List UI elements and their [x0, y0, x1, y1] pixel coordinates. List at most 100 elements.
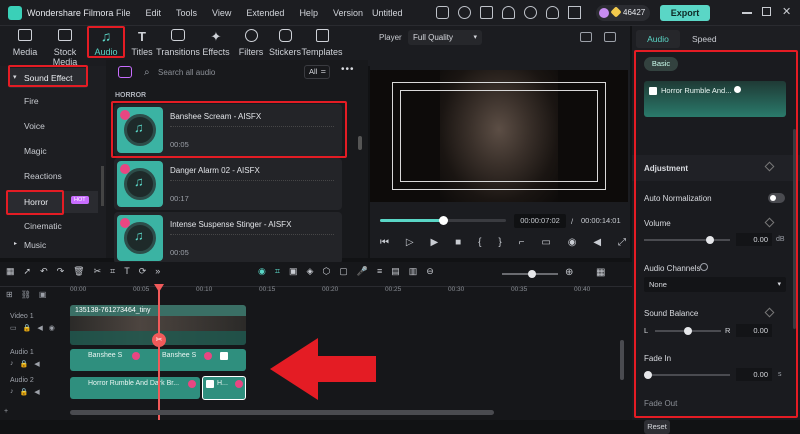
playback-handle[interactable] [439, 216, 448, 225]
menu-file[interactable]: File [116, 8, 131, 18]
snap-icon[interactable]: ◉ [258, 266, 266, 277]
menu-edit[interactable]: Edit [146, 8, 162, 18]
fullscreen-icon[interactable]: ⤢ [618, 237, 626, 251]
close-icon[interactable]: ✕ [782, 5, 791, 18]
export-button[interactable]: Export [660, 5, 710, 21]
zoom-slider[interactable] [502, 270, 558, 278]
notification-icon[interactable] [546, 6, 559, 19]
points-badge[interactable]: 46427 [596, 5, 650, 21]
more-options-icon[interactable]: ••• [341, 64, 355, 75]
monitor-icon[interactable] [480, 6, 493, 19]
add-icon[interactable]: + [4, 408, 8, 415]
grid-icon[interactable] [568, 6, 581, 19]
minimize-icon[interactable] [742, 12, 752, 14]
zoom-in-icon[interactable]: ⊕ [565, 267, 573, 278]
playhead[interactable] [158, 286, 160, 420]
grid-view-icon[interactable] [580, 32, 592, 42]
gift-icon[interactable] [436, 6, 449, 19]
tab-templates[interactable]: Templates [300, 29, 344, 57]
layout-icon[interactable] [458, 6, 471, 19]
audio-item[interactable]: ♫ Intense Suspense Stinger - AISFX 00:05 [114, 212, 342, 264]
render-preview-icon[interactable]: ⌐ [519, 237, 525, 251]
play-backward-icon[interactable]: ▷ [406, 237, 414, 251]
redo-icon[interactable]: ↷ [57, 266, 65, 277]
audio2-clip[interactable]: Horror Rumble And Dark Br... [70, 377, 200, 399]
sidebar-scrollbar[interactable] [101, 166, 104, 206]
snapshot-image-icon[interactable] [604, 32, 616, 42]
audio-track-icon[interactable]: ♪ [10, 388, 14, 396]
cloud-upload-icon[interactable] [502, 6, 515, 19]
mute-icon[interactable]: ◀ [34, 360, 39, 368]
playback-slider[interactable] [380, 216, 506, 225]
menu-tools[interactable]: Tools [176, 8, 197, 18]
tab-media[interactable]: Media [3, 29, 47, 57]
sidebar-item-magic[interactable]: Magic [24, 146, 47, 156]
mute-icon[interactable]: ◀ [34, 388, 39, 396]
sidebar-item-voice[interactable]: Voice [24, 121, 45, 131]
undo-icon[interactable]: ↶ [40, 266, 48, 277]
audio-mix-icon[interactable]: ≡ [377, 266, 382, 277]
stop-icon[interactable]: ■ [455, 237, 461, 251]
library-scrollbar[interactable] [358, 136, 362, 150]
select-tool-icon[interactable]: ➚ [24, 266, 32, 277]
mute-icon[interactable]: ◀ [37, 324, 42, 332]
lock-icon[interactable]: 🔒 [20, 388, 29, 396]
rotate-icon[interactable]: ⟳ [139, 266, 147, 277]
monitor-icon[interactable]: ▭ [541, 237, 550, 251]
search-input[interactable]: Search all audio [158, 68, 215, 77]
eye-icon[interactable]: ◉ [49, 324, 55, 332]
stabilize-icon[interactable]: ▢ [339, 266, 348, 277]
timeline-scrollbar[interactable] [70, 410, 494, 415]
library-folder-icon[interactable] [118, 66, 132, 78]
scissors-icon[interactable]: ✂ [94, 266, 102, 277]
zoom-out-icon[interactable]: ⊖ [426, 266, 434, 277]
audio-track-icon[interactable]: ♪ [10, 360, 14, 368]
menu-extended[interactable]: Extended [246, 8, 284, 18]
pip-icon[interactable]: ▤ [391, 266, 400, 277]
ai-tool-icon[interactable]: ◈ [306, 266, 313, 277]
marker-icon[interactable]: ⌗ [275, 266, 280, 277]
lock-icon[interactable]: 🔒 [20, 360, 29, 368]
link-icon[interactable]: ⛓ [21, 290, 31, 299]
favorite-icon[interactable] [120, 164, 130, 174]
add-track-icon[interactable]: ⊞ [6, 290, 13, 299]
render-icon[interactable]: ▥ [409, 266, 418, 277]
menu-version[interactable]: Version [333, 8, 363, 18]
timeline-vertical-scrollbar[interactable] [620, 340, 624, 380]
quality-select[interactable]: Full Quality ▾ [408, 30, 482, 45]
support-icon[interactable] [524, 6, 537, 19]
sidebar-item-reactions[interactable]: Reactions [24, 171, 62, 181]
menu-view[interactable]: View [212, 8, 231, 18]
tab-audio-properties[interactable]: Audio [636, 30, 680, 48]
reset-button[interactable]: Reset [644, 420, 670, 434]
shield-icon[interactable]: ⬡ [322, 266, 330, 277]
menu-help[interactable]: Help [299, 8, 318, 18]
more-tools-icon[interactable]: » [155, 266, 160, 277]
previous-frame-icon[interactable]: ⏮ [380, 237, 389, 251]
tab-stock-media[interactable]: Stock Media [43, 29, 87, 67]
audio-item[interactable]: ♫ Danger Alarm 02 - AISFX 00:17 [114, 158, 342, 210]
sidebar-item-cinematic[interactable]: Cinematic [24, 221, 62, 231]
maximize-icon[interactable] [762, 7, 771, 16]
camera-icon[interactable]: ◉ [568, 237, 577, 251]
mark-in-icon[interactable]: { [478, 237, 481, 251]
timeline-grid-icon[interactable]: ▦ [596, 267, 605, 278]
ripple-icon[interactable]: ▣ [289, 266, 298, 277]
text-icon[interactable]: T [124, 266, 130, 277]
favorite-icon[interactable] [120, 218, 130, 228]
filter-select[interactable]: All ⚌ [304, 65, 330, 79]
play-icon[interactable]: ▶ [431, 237, 439, 251]
crop-icon[interactable]: ⌗ [110, 266, 115, 277]
audio2-clip-selected[interactable]: H... [202, 376, 246, 400]
sidebar-item-fire[interactable]: Fire [24, 96, 39, 106]
delete-icon[interactable]: 🗑 [73, 266, 84, 277]
video-track-icon[interactable]: ▭ [10, 324, 17, 332]
layout-icon[interactable]: ▦ [6, 266, 15, 277]
split-icon[interactable]: ✂ [152, 333, 166, 347]
sidebar-item-music[interactable]: Music [24, 240, 46, 250]
microphone-icon[interactable]: 🎤 [357, 266, 368, 277]
tab-speed[interactable]: Speed [692, 34, 717, 44]
track-settings-icon[interactable]: ▣ [39, 290, 47, 299]
volume-icon[interactable]: ◀ [593, 237, 601, 251]
lock-icon[interactable]: 🔒 [23, 324, 32, 332]
